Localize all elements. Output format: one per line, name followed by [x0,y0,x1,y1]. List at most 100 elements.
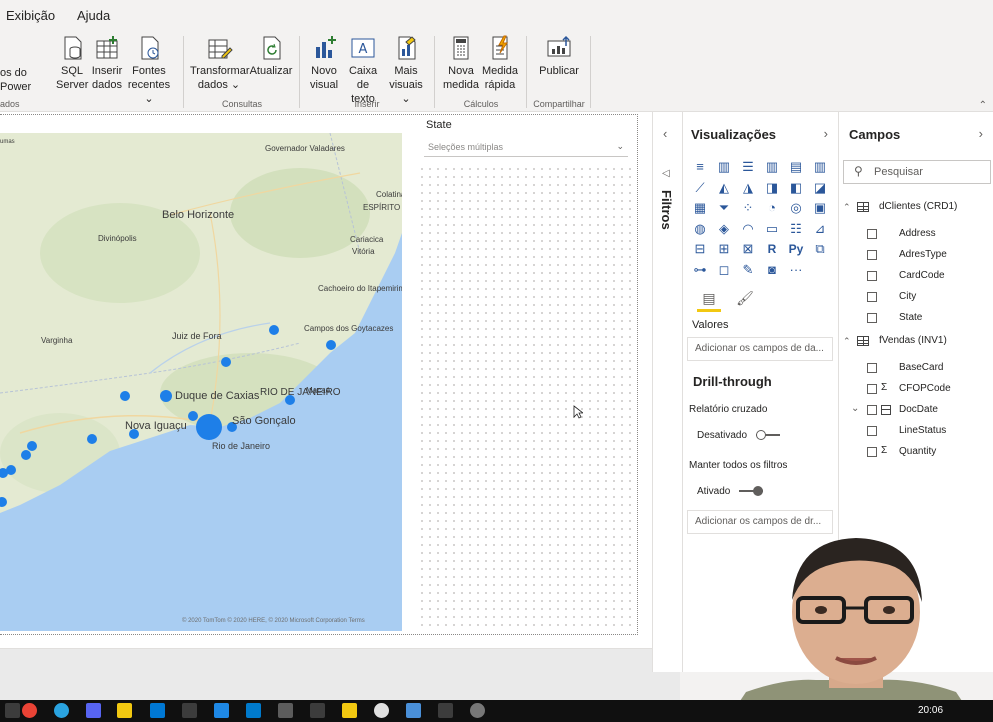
field-checkbox[interactable] [867,313,877,323]
scatter-icon[interactable]: ⁘ [738,199,758,217]
quick-measure-button[interactable]: Medida rápida [480,34,520,92]
treemap-icon[interactable]: ▣ [810,199,830,217]
ribbon-icon[interactable]: ◪ [810,179,830,197]
filters-pane[interactable]: ‹ ◁ Filtros [652,112,682,672]
field-checkbox[interactable] [867,405,877,415]
chevron-down-icon[interactable]: ⌄ [851,403,859,414]
map-bubble[interactable] [221,357,231,367]
stacked-area-icon[interactable]: ◮ [738,179,758,197]
map-bubble[interactable] [269,325,279,335]
app-icon[interactable] [470,703,485,718]
field-adrestype[interactable]: AdresType [839,247,993,265]
field-checkbox[interactable] [867,229,877,239]
table-icon[interactable]: ⊞ [714,240,734,258]
filled-map-icon[interactable]: ◈ [714,220,734,238]
donut-icon[interactable]: ◎ [786,199,806,217]
menu-ajuda[interactable]: Ajuda [77,8,110,23]
field-quantity[interactable]: Σ Quantity [839,444,993,462]
field-address[interactable]: Address [839,226,993,244]
map-bubble[interactable] [87,434,97,444]
smart-narrative-icon[interactable]: ✎ [738,261,758,279]
map-bubble[interactable] [120,391,130,401]
photos-icon[interactable] [214,703,229,718]
stacked-column-icon[interactable]: ▥ [714,158,734,176]
get-data-partial-button[interactable]: os do Power [0,66,56,94]
text-box-button[interactable]: A Caixa de texto [342,34,384,106]
recent-sources-button[interactable]: Fontes recentes ⌄ [126,34,172,106]
r-visual-icon[interactable]: R [762,240,782,258]
keep-filters-toggle[interactable] [739,486,764,497]
line-column-icon[interactable]: ◨ [762,179,782,197]
table-fvendas[interactable]: ⌃ fVendas (INV1) [843,334,993,352]
cross-report-toggle[interactable] [755,430,780,441]
multirow-card-icon[interactable]: ☷ [786,220,806,238]
collapse-fields-icon[interactable]: › [979,126,983,141]
map-visual[interactable]: umas Governador Valadares Colatina ESPÍR… [0,133,402,631]
field-cardcode[interactable]: CardCode [839,268,993,286]
app-icon[interactable] [278,703,293,718]
slicer-icon[interactable]: ⊟ [690,240,710,258]
map-bubble[interactable] [188,411,198,421]
field-checkbox[interactable] [867,447,877,457]
powerbi-icon[interactable] [342,703,357,718]
field-state[interactable]: State [839,310,993,328]
collapse-visualizations-icon[interactable]: › [824,126,828,141]
funnel-icon[interactable]: ⏷ [714,199,734,217]
fields-tab-icon[interactable]: ▤ [697,290,721,312]
card-icon[interactable]: ▭ [762,220,782,238]
field-city[interactable]: City [839,289,993,307]
expand-filters-icon[interactable]: ‹ [663,126,667,141]
vscode-icon[interactable] [246,703,261,718]
fields-search-input[interactable]: ⚲ Pesquisar [843,160,991,184]
new-measure-button[interactable]: Nova medida [442,34,480,92]
filters-label[interactable]: Filtros [659,190,674,230]
refresh-button[interactable]: Atualizar [249,34,293,78]
values-drop-well[interactable]: Adicionar os campos de da... [687,337,833,361]
more-icon[interactable]: ··· [786,261,806,279]
gauge-icon[interactable]: ◠ [738,220,758,238]
100-column-icon[interactable]: ▥ [810,158,830,176]
chrome-icon[interactable] [22,703,37,718]
clustered-bar-icon[interactable]: ☰ [738,158,758,176]
menu-exibicao[interactable]: Exibição [6,8,55,23]
waterfall-icon[interactable]: ▦ [690,199,710,217]
field-checkbox[interactable] [867,271,877,281]
key-influencers-icon[interactable]: ⧉ [810,240,830,258]
python-visual-icon[interactable]: Py [786,240,806,258]
field-basecard[interactable]: BaseCard [839,360,993,378]
decomp-tree-icon[interactable]: ⊶ [690,261,710,279]
stacked-bar-icon[interactable]: ≡ [690,158,710,176]
calculator-app-icon[interactable] [182,703,197,718]
qa-icon[interactable]: ◻ [714,261,734,279]
field-checkbox[interactable] [867,292,877,302]
kpi-icon[interactable]: ⊿ [810,220,830,238]
map-bubble[interactable] [21,450,31,460]
publish-button[interactable]: Publicar [536,34,582,78]
map-bubble[interactable] [326,340,336,350]
powerbi-icon[interactable] [117,703,132,718]
app-icon[interactable] [310,703,325,718]
matrix-icon[interactable]: ⊠ [738,240,758,258]
task-view-icon[interactable] [5,703,20,718]
line-clustered-icon[interactable]: ◧ [786,179,806,197]
map-bubble[interactable] [160,390,172,402]
collapse-ribbon-icon[interactable]: ⌃ [979,100,987,111]
pie-icon[interactable]: ◔ [762,199,782,217]
field-checkbox[interactable] [867,426,877,436]
obs-icon[interactable] [374,703,389,718]
area-icon[interactable]: ◭ [714,179,734,197]
field-cfopcode[interactable]: Σ CFOPCode [839,381,993,399]
paginated-icon[interactable]: ◙ [762,261,782,279]
file-icon[interactable] [150,703,165,718]
map-bubble[interactable] [27,441,37,451]
field-checkbox[interactable] [867,384,877,394]
telegram-icon[interactable] [54,703,69,718]
app-icon[interactable] [406,703,421,718]
app-icon[interactable] [438,703,453,718]
table-dclientes[interactable]: ⌃ dClientes (CRD1) [843,200,993,218]
new-visual-button[interactable]: Novo visual [306,34,342,92]
field-checkbox[interactable] [867,250,877,260]
clustered-column-icon[interactable]: ▥ [762,158,782,176]
map-bubble-large[interactable] [196,414,222,440]
sql-server-button[interactable]: SQL Server [56,34,88,92]
